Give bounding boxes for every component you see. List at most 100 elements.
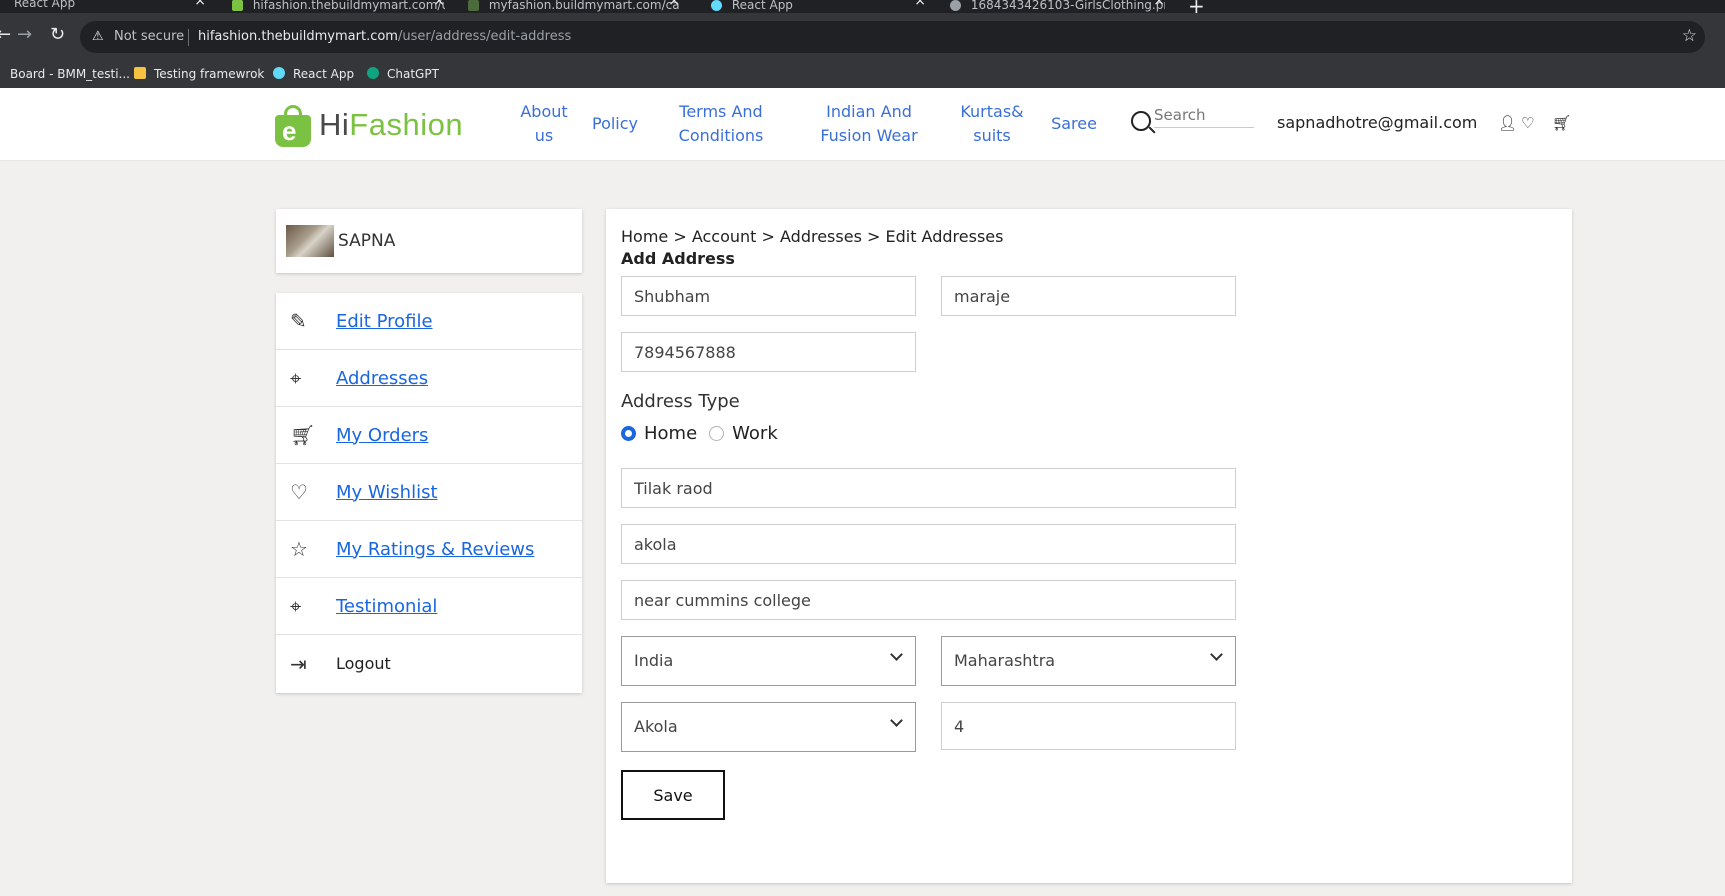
url-path: /user/address/edit-address xyxy=(397,29,572,44)
sidebar-item-logout[interactable]: ⇥ Logout xyxy=(276,635,582,692)
close-icon[interactable]: × xyxy=(914,0,926,8)
site-logo[interactable]: e HiFashion xyxy=(275,102,463,148)
nav-label-line1: Policy xyxy=(591,114,639,133)
sidebar-item-label[interactable]: Logout xyxy=(336,654,391,673)
close-icon[interactable]: × xyxy=(194,0,206,8)
sidebar-item-edit-profile[interactable]: ✎ Edit Profile xyxy=(276,293,582,350)
work-radio[interactable] xyxy=(709,426,725,441)
tab-title: React App xyxy=(731,0,793,12)
close-icon[interactable]: × xyxy=(1153,0,1165,8)
url-text[interactable]: hifashion.thebuildmymart.com/user/addres… xyxy=(198,29,571,44)
new-tab-button[interactable]: + xyxy=(1188,0,1205,13)
browser-tab[interactable]: hifashion.thebuildmymart.com/u × xyxy=(232,0,445,13)
city-select-value: Akola xyxy=(634,717,678,736)
reload-icon[interactable]: ↻ xyxy=(50,24,65,45)
pincode-field[interactable] xyxy=(941,702,1236,750)
phone-field[interactable] xyxy=(621,332,916,372)
browser-tab[interactable]: React App × xyxy=(711,0,926,13)
back-arrow-icon[interactable]: ← xyxy=(0,24,11,45)
last-name-field[interactable] xyxy=(941,276,1236,316)
logo-hi: Hi xyxy=(319,107,350,142)
bookmark-label: ChatGPT xyxy=(387,67,439,81)
bookmark-item[interactable]: React App xyxy=(273,67,354,81)
sidebar-item-label[interactable]: Addresses xyxy=(336,368,428,389)
user-icon[interactable]: 👤︎ xyxy=(1498,114,1517,132)
nav-label-line2: suits xyxy=(973,126,1011,145)
landmark-field[interactable] xyxy=(621,580,1236,620)
chevron-down-icon xyxy=(890,714,903,727)
forward-arrow-icon[interactable]: → xyxy=(17,24,32,45)
address-line1-field[interactable] xyxy=(621,468,1236,508)
nav-terms-and-conditions[interactable]: Terms And Conditions xyxy=(668,100,774,148)
nav-kurtas-suits[interactable]: Kurtas& suits xyxy=(952,100,1032,148)
close-icon[interactable]: × xyxy=(433,0,445,8)
user-email[interactable]: sapnadhotre@gmail.com xyxy=(1277,113,1477,132)
logout-icon: ⇥ xyxy=(290,651,307,676)
nav-label-line1: Saree xyxy=(1051,114,1097,133)
address-type-group: Home Work xyxy=(621,423,778,444)
nav-policy[interactable]: Policy xyxy=(584,112,646,136)
home-radio[interactable] xyxy=(621,426,636,441)
search-input[interactable] xyxy=(1154,102,1254,128)
react-favicon-icon xyxy=(711,0,722,11)
breadcrumb: Home > Account > Addresses > Edit Addres… xyxy=(621,227,1004,246)
city-select[interactable]: Akola xyxy=(621,702,916,752)
logo-letter: e xyxy=(282,116,297,146)
state-select[interactable]: Maharashtra xyxy=(941,636,1236,686)
save-button[interactable]: Save xyxy=(621,770,725,820)
heart-icon[interactable]: ♡ xyxy=(1521,114,1534,132)
address-form-card: Home > Account > Addresses > Edit Addres… xyxy=(606,209,1572,883)
bookmark-star-icon[interactable]: ☆ xyxy=(1682,26,1697,46)
bookmark-item[interactable]: Board - BMM_testi... xyxy=(10,67,130,81)
location-pin-icon: ⌖ xyxy=(290,594,302,618)
security-label[interactable]: Not secure xyxy=(114,29,184,44)
sidebar-item-label[interactable]: My Ratings & Reviews xyxy=(336,539,534,560)
browser-tab[interactable]: React App × xyxy=(14,0,206,13)
address-line2-field[interactable] xyxy=(621,524,1236,564)
browser-tab[interactable]: 1684343426103-GirlsClothing.pn × xyxy=(950,0,1165,13)
sidebar-item-addresses[interactable]: ⌖ Addresses xyxy=(276,350,582,407)
sidebar-item-my-ratings-reviews[interactable]: ☆ My Ratings & Reviews xyxy=(276,521,582,578)
search-icon[interactable] xyxy=(1131,111,1151,131)
edit-icon: ✎ xyxy=(290,309,307,333)
sidebar-item-my-wishlist[interactable]: ♡ My Wishlist xyxy=(276,464,582,521)
nav-label-line1: Kurtas& xyxy=(960,102,1024,121)
first-name-field[interactable] xyxy=(621,276,916,316)
location-pin-icon: ⌖ xyxy=(290,366,302,390)
bookmarks-bar: Board - BMM_testi... Testing framewrok R… xyxy=(0,62,1725,88)
sidebar-item-label[interactable]: Edit Profile xyxy=(336,311,433,332)
site-favicon-icon xyxy=(468,0,479,11)
cart-icon[interactable]: 🛒︎ xyxy=(1552,114,1571,132)
sidebar-item-label[interactable]: Testimonial xyxy=(336,596,437,617)
work-radio-label[interactable]: Work xyxy=(732,423,778,444)
sidebar-item-my-orders[interactable]: 🛒︎ My Orders xyxy=(276,407,582,464)
sidebar-item-label[interactable]: My Orders xyxy=(336,425,428,446)
profile-card: SAPNA xyxy=(276,209,582,273)
logo-fashion: Fashion xyxy=(349,107,464,142)
close-icon[interactable]: × xyxy=(668,0,680,8)
sidebar-item-label[interactable]: My Wishlist xyxy=(336,482,438,503)
warning-icon[interactable]: ⚠ xyxy=(92,29,104,44)
react-icon xyxy=(273,67,285,79)
nav-label-line2: us xyxy=(534,126,554,145)
sidebar-item-testimonial[interactable]: ⌖ Testimonial xyxy=(276,578,582,635)
page-title: Add Address xyxy=(621,249,735,268)
nav-label-line1: About xyxy=(520,102,568,121)
home-radio-label[interactable]: Home xyxy=(644,423,697,444)
browser-tab[interactable]: myfashion.buildmymart.com/cat × xyxy=(468,0,680,13)
nav-about-us[interactable]: About us xyxy=(514,100,574,148)
tab-title: myfashion.buildmymart.com/cat xyxy=(488,0,680,12)
account-menu: ✎ Edit Profile ⌖ Addresses 🛒︎ My Orders … xyxy=(276,293,582,693)
address-bar[interactable]: ⚠ Not secure hifashion.thebuildmymart.co… xyxy=(80,21,1705,53)
globe-icon xyxy=(950,0,961,11)
browser-tab-strip: React App × hifashion.thebuildmymart.com… xyxy=(0,0,1725,13)
country-select[interactable]: India xyxy=(621,636,916,686)
nav-indian-and-fusion-wear[interactable]: Indian And Fusion Wear xyxy=(810,100,928,148)
browser-toolbar: ← → ↻ ⚠ Not secure hifashion.thebuildmym… xyxy=(0,13,1725,62)
bookmark-item[interactable]: Testing framewrok xyxy=(134,67,264,81)
address-type-label: Address Type xyxy=(621,391,740,412)
nav-saree[interactable]: Saree xyxy=(1044,112,1104,136)
bookmark-item[interactable]: ChatGPT xyxy=(367,67,439,81)
tab-title: 1684343426103-GirlsClothing.pn xyxy=(970,0,1165,12)
bookmark-label: Board - BMM_testi... xyxy=(10,67,130,81)
